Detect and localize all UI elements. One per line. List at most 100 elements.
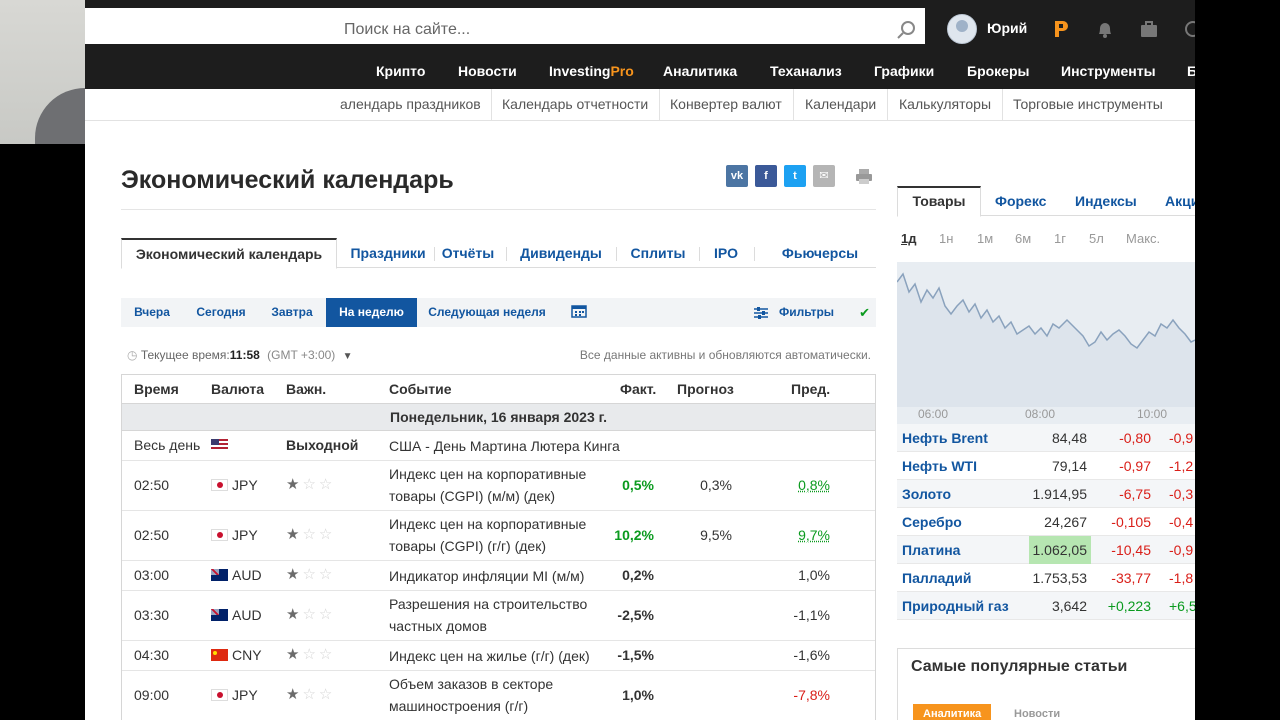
- commodity-name[interactable]: Палладий: [902, 564, 972, 592]
- nav-item-news[interactable]: Новости: [458, 63, 517, 79]
- period-5y[interactable]: 5л: [1089, 231, 1104, 246]
- subnav-calendars[interactable]: Календари: [805, 96, 876, 112]
- subnav-currency-converter[interactable]: Конвертер валют: [670, 96, 782, 112]
- twitter-icon[interactable]: t: [784, 165, 806, 187]
- date-yesterday-button[interactable]: Вчера: [121, 298, 183, 327]
- period-max[interactable]: Макс.: [1126, 231, 1160, 246]
- table-row[interactable]: 04:30 CNY ★ ☆ ☆ Индекс цен на жилье (г/г) …: [122, 641, 875, 671]
- nav-item-analytics[interactable]: Аналитика: [663, 63, 737, 79]
- tab-stocks[interactable]: Акци: [1165, 186, 1195, 216]
- tab-holidays[interactable]: Праздники: [349, 238, 427, 268]
- table-row[interactable]: 02:50 JPY ★ ☆ ☆ Индекс цен на корпоративны…: [122, 461, 875, 511]
- commodity-row[interactable]: Природный газ 3,642 +0,223 +6,5: [897, 592, 1195, 620]
- tab-earnings[interactable]: Отчёты: [439, 238, 497, 268]
- us-flag-icon: [211, 439, 228, 451]
- tab-news[interactable]: Новости: [1014, 704, 1060, 720]
- tab-commodities[interactable]: Товары: [897, 186, 981, 217]
- period-1w[interactable]: 1н: [939, 231, 953, 246]
- search-input[interactable]: [344, 16, 884, 44]
- vk-icon[interactable]: vk: [726, 165, 748, 187]
- tab-ipo[interactable]: IPO: [709, 238, 743, 268]
- filters-button[interactable]: Фильтры ✔: [744, 298, 876, 327]
- event-name[interactable]: Объем заказов в секторе машиностроения (…: [389, 673, 604, 717]
- chart-period-selector: 1д 1н 1м 6м 1г 5л Макс.: [897, 228, 1195, 250]
- commodity-name[interactable]: Серебро: [902, 508, 962, 536]
- nav-item-investingpro[interactable]: InvestingPro: [549, 63, 634, 79]
- calendar-picker-icon[interactable]: [567, 298, 591, 327]
- user-avatar[interactable]: [947, 14, 977, 44]
- timezone-selector[interactable]: (GMT +3:00): [267, 348, 335, 362]
- nav-item-tools[interactable]: Инструменты: [1061, 63, 1156, 79]
- chevron-down-icon[interactable]: ▼: [343, 351, 353, 362]
- nav-item-brokers[interactable]: Брокеры: [967, 63, 1029, 79]
- subnav-trading-tools[interactable]: Торговые инструменты: [1013, 96, 1163, 112]
- date-tomorrow-button[interactable]: Завтра: [259, 298, 325, 327]
- subnav-earnings-calendar[interactable]: Календарь отчетности: [502, 96, 648, 112]
- user-name[interactable]: Юрий: [987, 20, 1027, 36]
- table-row[interactable]: Весь день Выходной США - День Мартина Лю…: [122, 431, 875, 461]
- tab-indices[interactable]: Индексы: [1075, 186, 1137, 216]
- table-row[interactable]: 09:00 JPY ★ ☆ ☆ Объем заказов в секторе ма…: [122, 671, 875, 720]
- event-name[interactable]: Индекс цен на жилье (г/г) (дек): [389, 645, 619, 667]
- commodity-row[interactable]: Палладий 1.753,53 -33,77 -1,8: [897, 564, 1195, 592]
- tab-forex[interactable]: Форекс: [995, 186, 1046, 216]
- period-1m[interactable]: 1м: [977, 231, 993, 246]
- subnav-calculators[interactable]: Калькуляторы: [899, 96, 991, 112]
- event-name[interactable]: Разрешения на строительство частных домо…: [389, 593, 604, 637]
- event-name[interactable]: Индекс цен на корпоративные товары (CGPI…: [389, 513, 604, 557]
- tab-economic-calendar[interactable]: Экономический календарь: [121, 238, 337, 269]
- investingpro-icon[interactable]: [1051, 19, 1069, 44]
- event-name[interactable]: Индикатор инфляции MI (м/м): [389, 565, 619, 587]
- currency-cell: CNY: [211, 647, 262, 663]
- subnav-holidays-calendar[interactable]: алендарь праздников: [340, 96, 481, 112]
- facebook-icon[interactable]: f: [755, 165, 777, 187]
- col-importance: Важн.: [286, 381, 327, 397]
- previous-value[interactable]: 0,8%: [798, 477, 830, 493]
- clock-icon[interactable]: [1183, 19, 1195, 44]
- table-row[interactable]: 03:30 AUD ★ ☆ ☆ Разрешения на строительств…: [122, 591, 875, 641]
- page-title: Экономический календарь: [121, 166, 454, 194]
- tab-dividends[interactable]: Дивиденды: [515, 238, 607, 268]
- commodity-row[interactable]: Серебро 24,267 -0,105 -0,4: [897, 508, 1195, 536]
- commodity-name[interactable]: Природный газ: [902, 592, 1009, 620]
- tab-futures[interactable]: Фьючерсы: [764, 238, 876, 268]
- event-name[interactable]: США - День Мартина Лютера Кинга: [389, 435, 689, 457]
- date-today-button[interactable]: Сегодня: [185, 298, 257, 327]
- commodity-name[interactable]: Нефть Brent: [902, 424, 988, 452]
- period-1y[interactable]: 1г: [1054, 231, 1066, 246]
- clock-small-icon: ◷: [127, 348, 138, 362]
- table-row[interactable]: 02:50 JPY ★ ☆ ☆ Индекс цен на корпоративны…: [122, 511, 875, 561]
- email-icon[interactable]: ✉: [813, 165, 835, 187]
- calendar-tabs: Экономический календарь Праздники Отчёты…: [121, 238, 876, 269]
- commodity-row[interactable]: Нефть WTI 79,14 -0,97 -1,2: [897, 452, 1195, 480]
- commodity-row[interactable]: Платина 1.062,05 -10,45 -0,9: [897, 536, 1195, 564]
- date-next-week-button[interactable]: Следующая неделя: [419, 298, 555, 327]
- portfolio-icon[interactable]: [1139, 19, 1159, 44]
- commodity-row[interactable]: Золото 1.914,95 -6,75 -0,3: [897, 480, 1195, 508]
- actual-value: -2,5%: [617, 607, 654, 623]
- nav-item-charts[interactable]: Графики: [874, 63, 934, 79]
- popular-articles-title: Самые популярные статьи: [911, 658, 1128, 675]
- nav-item-techanalysis[interactable]: Теханализ: [770, 63, 842, 79]
- event-name[interactable]: Индекс цен на корпоративные товары (CGPI…: [389, 463, 604, 507]
- date-this-week-button[interactable]: На неделю: [326, 298, 417, 327]
- table-row[interactable]: 03:00 AUD ★ ☆ ☆ Индикатор инфляции MI (м/м…: [122, 561, 875, 591]
- period-6m[interactable]: 6м: [1015, 231, 1031, 246]
- nav-item-crypto[interactable]: Крипто: [376, 63, 425, 79]
- commodity-mini-chart[interactable]: 06:00 08:00 10:00: [897, 262, 1195, 424]
- commodity-row[interactable]: Нефть Brent 84,48 -0,80 -0,9: [897, 424, 1195, 452]
- currency-code: CNY: [232, 647, 262, 663]
- nav-item-more[interactable]: Б: [1187, 63, 1195, 79]
- period-1d[interactable]: 1д: [901, 231, 916, 246]
- commodity-name[interactable]: Золото: [902, 480, 951, 508]
- bell-icon[interactable]: [1096, 19, 1114, 44]
- commodity-name[interactable]: Нефть WTI: [902, 452, 977, 480]
- tab-splits[interactable]: Сплиты: [626, 238, 690, 268]
- print-icon[interactable]: [855, 166, 873, 191]
- commodity-name[interactable]: Платина: [902, 536, 960, 564]
- japan-flag-icon: [211, 529, 228, 541]
- previous-value[interactable]: 9,7%: [798, 527, 830, 543]
- search-box[interactable]: [344, 16, 924, 44]
- search-icon[interactable]: [896, 20, 918, 45]
- tab-analytics[interactable]: Аналитика: [913, 704, 992, 720]
